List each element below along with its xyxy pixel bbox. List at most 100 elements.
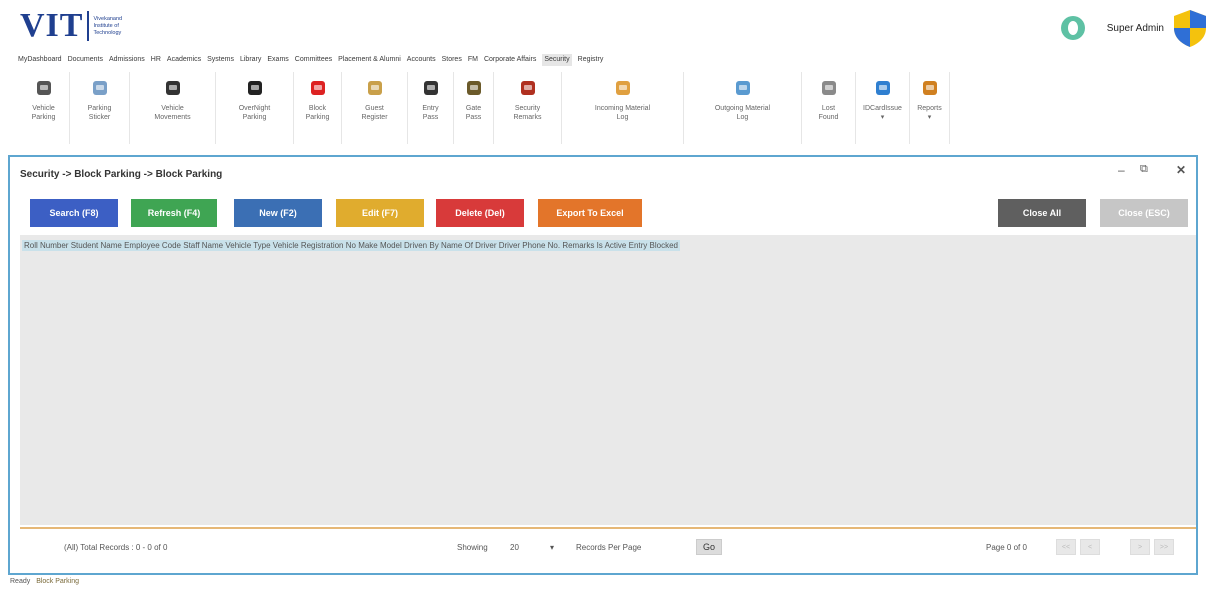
delete-button[interactable]: Delete (Del)	[436, 199, 524, 227]
column-header[interactable]: Make	[358, 241, 378, 250]
menu-item-fm[interactable]: FM	[468, 54, 478, 66]
block-parking-icon	[306, 76, 330, 100]
restore-icon[interactable]: ⧉	[1140, 163, 1148, 176]
ribbon-item-outgoing-material[interactable]: Outgoing Material Log	[684, 72, 802, 144]
menu-item-exams[interactable]: Exams	[267, 54, 288, 66]
ribbon-item-lost-found[interactable]: Lost Found	[802, 72, 856, 144]
minimize-icon[interactable]: –	[1118, 163, 1125, 177]
first-page-button[interactable]: <<	[1056, 539, 1076, 555]
ribbon-item-vehicle-movements[interactable]: Vehicle Movements	[130, 72, 216, 144]
ribbon-label: Block Parking	[305, 105, 330, 121]
column-header[interactable]: Remarks	[562, 241, 594, 250]
ribbon-label: Parking Sticker	[87, 105, 112, 121]
search-button[interactable]: Search (F8)	[30, 199, 118, 227]
footer-divider	[20, 527, 1196, 529]
logo-text: VIT	[20, 7, 84, 44]
ribbon-item-incoming-material[interactable]: Incoming Material Log	[562, 72, 684, 144]
menu-item-registry[interactable]: Registry	[578, 54, 604, 66]
ribbon-label: Lost Found	[818, 105, 839, 121]
logo-divider	[87, 11, 90, 41]
column-header[interactable]: Name Of Driver	[441, 241, 497, 250]
ribbon-item-vehicle-parking[interactable]: Vehicle Parking	[18, 72, 70, 144]
close-all-button[interactable]: Close All	[998, 199, 1086, 227]
ribbon-label: Vehicle Movements	[154, 105, 191, 121]
menu-item-admissions[interactable]: Admissions	[109, 54, 145, 66]
column-header[interactable]: Model	[380, 241, 402, 250]
column-header[interactable]: Driver Phone No.	[499, 241, 560, 250]
menu-item-committees[interactable]: Committees	[295, 54, 332, 66]
ribbon-item-guest-register[interactable]: Guest Register	[342, 72, 408, 144]
logo: VIT Vivekanand Institute of Technology	[20, 8, 133, 44]
column-header[interactable]: Employee Code	[124, 241, 181, 250]
ribbon-label: Guest Register	[361, 105, 388, 121]
grid-header[interactable]: Roll Number Student Name Employee Code S…	[22, 240, 680, 251]
column-header[interactable]: Roll Number	[24, 241, 68, 250]
reports-icon	[918, 76, 942, 100]
grid-footer: (All) Total Records : 0 - 0 of 0 Showing…	[20, 531, 1196, 565]
ribbon-item-idcard-issue[interactable]: IDCardIssue ▾	[856, 72, 910, 144]
ribbon-label: Vehicle Parking	[31, 105, 56, 121]
main-menu: MyDashboard Documents Admissions HR Academic…	[18, 54, 603, 66]
last-page-button[interactable]: >>	[1154, 539, 1174, 555]
menu-item-mydashboard[interactable]: MyDashboard	[18, 54, 62, 66]
ribbon-item-reports[interactable]: Reports ▾	[910, 72, 950, 144]
ribbon-item-block-parking[interactable]: Block Parking	[294, 72, 342, 144]
ribbon-label: IDCardIssue ▾	[863, 105, 902, 121]
idcard-issue-icon	[871, 76, 895, 100]
security-remarks-icon	[516, 76, 540, 100]
menu-item-library[interactable]: Library	[240, 54, 261, 66]
refresh-button[interactable]: Refresh (F4)	[131, 199, 217, 227]
logo-subtitle: Vivekanand Institute of Technology	[93, 15, 123, 36]
ribbon-item-security-remarks[interactable]: Security Remarks	[494, 72, 562, 144]
data-grid[interactable]: Roll Number Student Name Employee Code S…	[20, 235, 1196, 525]
column-header[interactable]: Entry Blocked	[629, 241, 678, 250]
next-page-button[interactable]: >	[1130, 539, 1150, 555]
menu-item-hr[interactable]: HR	[151, 54, 161, 66]
go-button[interactable]: Go	[696, 539, 722, 555]
menu-item-accounts[interactable]: Accounts	[407, 54, 436, 66]
lost-found-icon	[817, 76, 841, 100]
username[interactable]: Super Admin	[1107, 23, 1164, 34]
new-button[interactable]: New (F2)	[234, 199, 322, 227]
close-icon[interactable]: ✕	[1176, 163, 1186, 177]
ribbon-label: Security Remarks	[513, 105, 542, 121]
ribbon-label: Entry Pass	[422, 105, 439, 121]
column-header[interactable]: Staff Name	[183, 241, 223, 250]
block-parking-panel: Security -> Block Parking -> Block Parki…	[8, 155, 1198, 575]
ribbon-item-overnight-parking[interactable]: OverNight Parking	[216, 72, 294, 144]
column-header[interactable]: Student Name	[71, 241, 122, 250]
menu-item-security[interactable]: Security	[542, 54, 572, 66]
close-esc-button[interactable]: Close (ESC)	[1100, 199, 1188, 227]
vehicle-movements-icon	[161, 76, 185, 100]
per-page-value: 20	[510, 542, 519, 552]
edit-button[interactable]: Edit (F7)	[336, 199, 424, 227]
user-area[interactable]: Super Admin	[1060, 8, 1214, 48]
records-per-page-select[interactable]: 20 ▾	[506, 538, 558, 556]
ribbon-item-parking-sticker[interactable]: Parking Sticker	[70, 72, 130, 144]
ribbon-item-entry-pass[interactable]: Entry Pass	[408, 72, 454, 144]
guest-register-icon	[363, 76, 387, 100]
menu-item-systems[interactable]: Systems	[207, 54, 234, 66]
column-header[interactable]: Vehicle Type	[225, 241, 270, 250]
menu-item-placement-alumni[interactable]: Placement & Alumni	[338, 54, 401, 66]
entry-pass-icon	[419, 76, 443, 100]
ribbon-label: Gate Pass	[465, 105, 482, 121]
menu-item-academics[interactable]: Academics	[167, 54, 201, 66]
status-tab[interactable]: Block Parking	[36, 578, 79, 585]
ribbon-item-gate-pass[interactable]: Gate Pass	[454, 72, 494, 144]
prev-page-button[interactable]: <	[1080, 539, 1100, 555]
menu-item-stores[interactable]: Stores	[442, 54, 462, 66]
showing-label: Showing	[457, 543, 488, 552]
outgoing-material-icon	[731, 76, 755, 100]
column-header[interactable]: Is Active	[597, 241, 627, 250]
page-info: Page 0 of 0	[986, 543, 1027, 552]
avatar-icon[interactable]	[1060, 16, 1085, 40]
column-header[interactable]: Driven By	[404, 241, 439, 250]
menu-item-corporate-affairs[interactable]: Corporate Affairs	[484, 54, 536, 66]
shield-icon	[1174, 10, 1206, 47]
security-ribbon: Vehicle Parking Parking Sticker Vehicle Mo…	[18, 72, 950, 150]
records-per-page-label: Records Per Page	[576, 543, 642, 552]
column-header[interactable]: Vehicle Registration No	[273, 241, 356, 250]
menu-item-documents[interactable]: Documents	[68, 54, 103, 66]
export-excel-button[interactable]: Export To Excel	[538, 199, 642, 227]
